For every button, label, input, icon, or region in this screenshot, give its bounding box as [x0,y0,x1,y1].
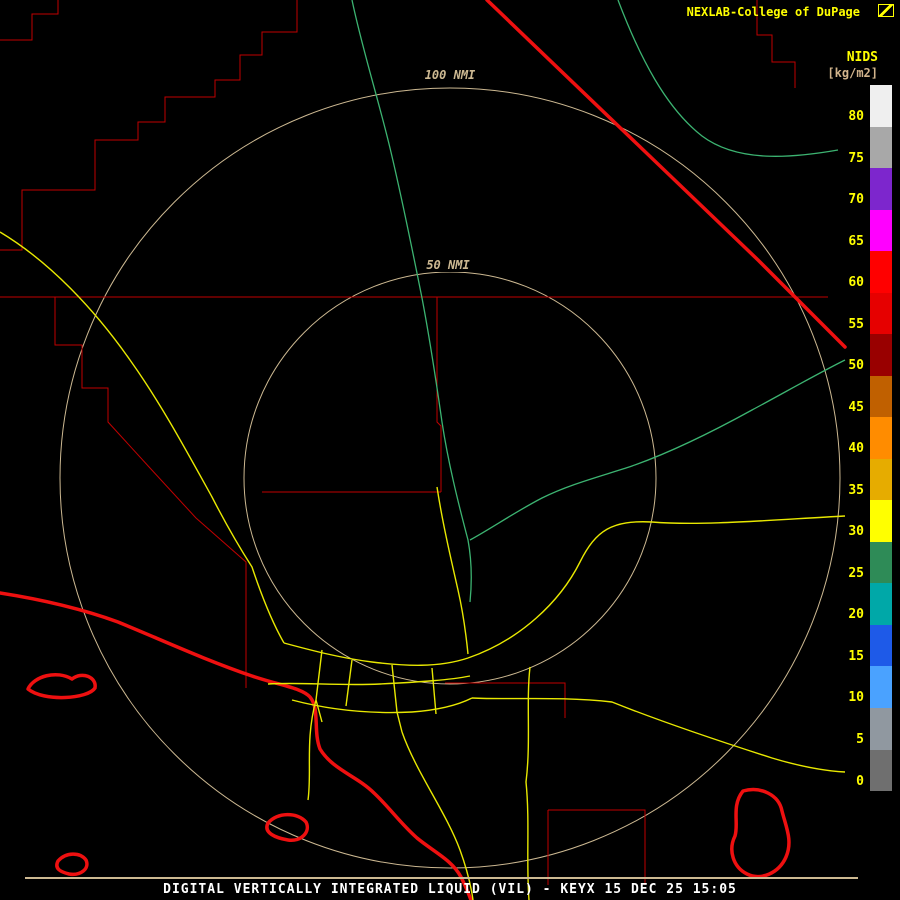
radar-map [0,0,900,900]
colorbar-segment [870,85,892,127]
colorbar-tick-label: 70 [818,179,864,221]
highway-line [432,668,436,714]
range-ring-100nmi [60,88,840,868]
island-outline [57,854,87,874]
nexlab-logo-icon [878,4,894,17]
colorbar-segment [870,583,892,625]
colorbar-segment [870,459,892,501]
colorbar-tick-label: 65 [818,221,864,263]
highway-line [468,516,845,658]
colorbar-tick-label: 15 [818,636,864,678]
colorbar-tick-label: 80 [818,96,864,138]
colorbar-segment [870,168,892,210]
state-line [487,0,845,347]
colorbar-tick-label: 30 [818,511,864,553]
nids-label: NIDS [847,50,878,65]
colorbar-tick-label: 5 [818,719,864,761]
highways [0,232,845,900]
highway-line [0,232,284,643]
colorbar-segment [870,500,892,542]
colorbar-tick-label: 10 [818,677,864,719]
highway-line [437,487,468,654]
county-line [445,683,565,718]
colorbar-tick-label: 60 [818,262,864,304]
colorbar-segment [870,210,892,252]
county-line [0,0,297,250]
range-rings [60,88,840,868]
highway-line [392,665,402,732]
colorbar-segment [870,334,892,376]
colorbar-tick-label: 45 [818,387,864,429]
colorbar-tick-label: 40 [818,428,864,470]
colorbar-tick-label: 35 [818,470,864,512]
county-boundaries [0,0,828,885]
highway-line [402,732,473,900]
range-ring-label-50nmi: 50 NMI [423,258,472,272]
colorbar-tick-label: 20 [818,594,864,636]
colorbar-segment [870,666,892,708]
colorbar-labels: 80757065605550454035302520151050 [818,96,864,802]
highway-line [346,660,352,706]
river-line [618,0,838,156]
colorbar-tick-label: 55 [818,304,864,346]
colorbar [870,85,892,791]
range-ring-label-100nmi: 100 NMI [422,68,479,82]
coastline-and-boundaries [0,0,845,900]
island-outline [28,675,95,698]
colorbar-segment [870,417,892,459]
island-outline [732,790,789,877]
colorbar-tick-label: 50 [818,345,864,387]
colorbar-segment [870,708,892,750]
colorbar-segment [870,750,892,792]
highway-line [284,643,468,665]
radar-display: NEXLAB-College of DuPage NIDS [kg/m2] 80… [0,0,900,900]
colorbar-tick-label: 25 [818,553,864,595]
rivers [352,0,845,602]
island-outline [267,815,307,841]
colorbar-segment [870,251,892,293]
colorbar-tick-label: 75 [818,138,864,180]
colorbar-tick-label: 0 [818,761,864,803]
county-line [55,297,246,688]
colorbar-segment [870,293,892,335]
county-line [548,810,645,885]
county-line [0,0,58,40]
units-label: [kg/m2] [827,66,878,80]
product-title: DIGITAL VERTICALLY INTEGRATED LIQUID (VI… [0,882,900,897]
footer-divider [25,877,858,879]
river-line [470,360,845,540]
colorbar-segment [870,127,892,169]
data-source-label: NEXLAB-College of DuPage [687,5,860,19]
colorbar-segment [870,625,892,667]
highway-line [526,667,530,900]
colorbar-segment [870,542,892,584]
colorbar-segment [870,376,892,418]
